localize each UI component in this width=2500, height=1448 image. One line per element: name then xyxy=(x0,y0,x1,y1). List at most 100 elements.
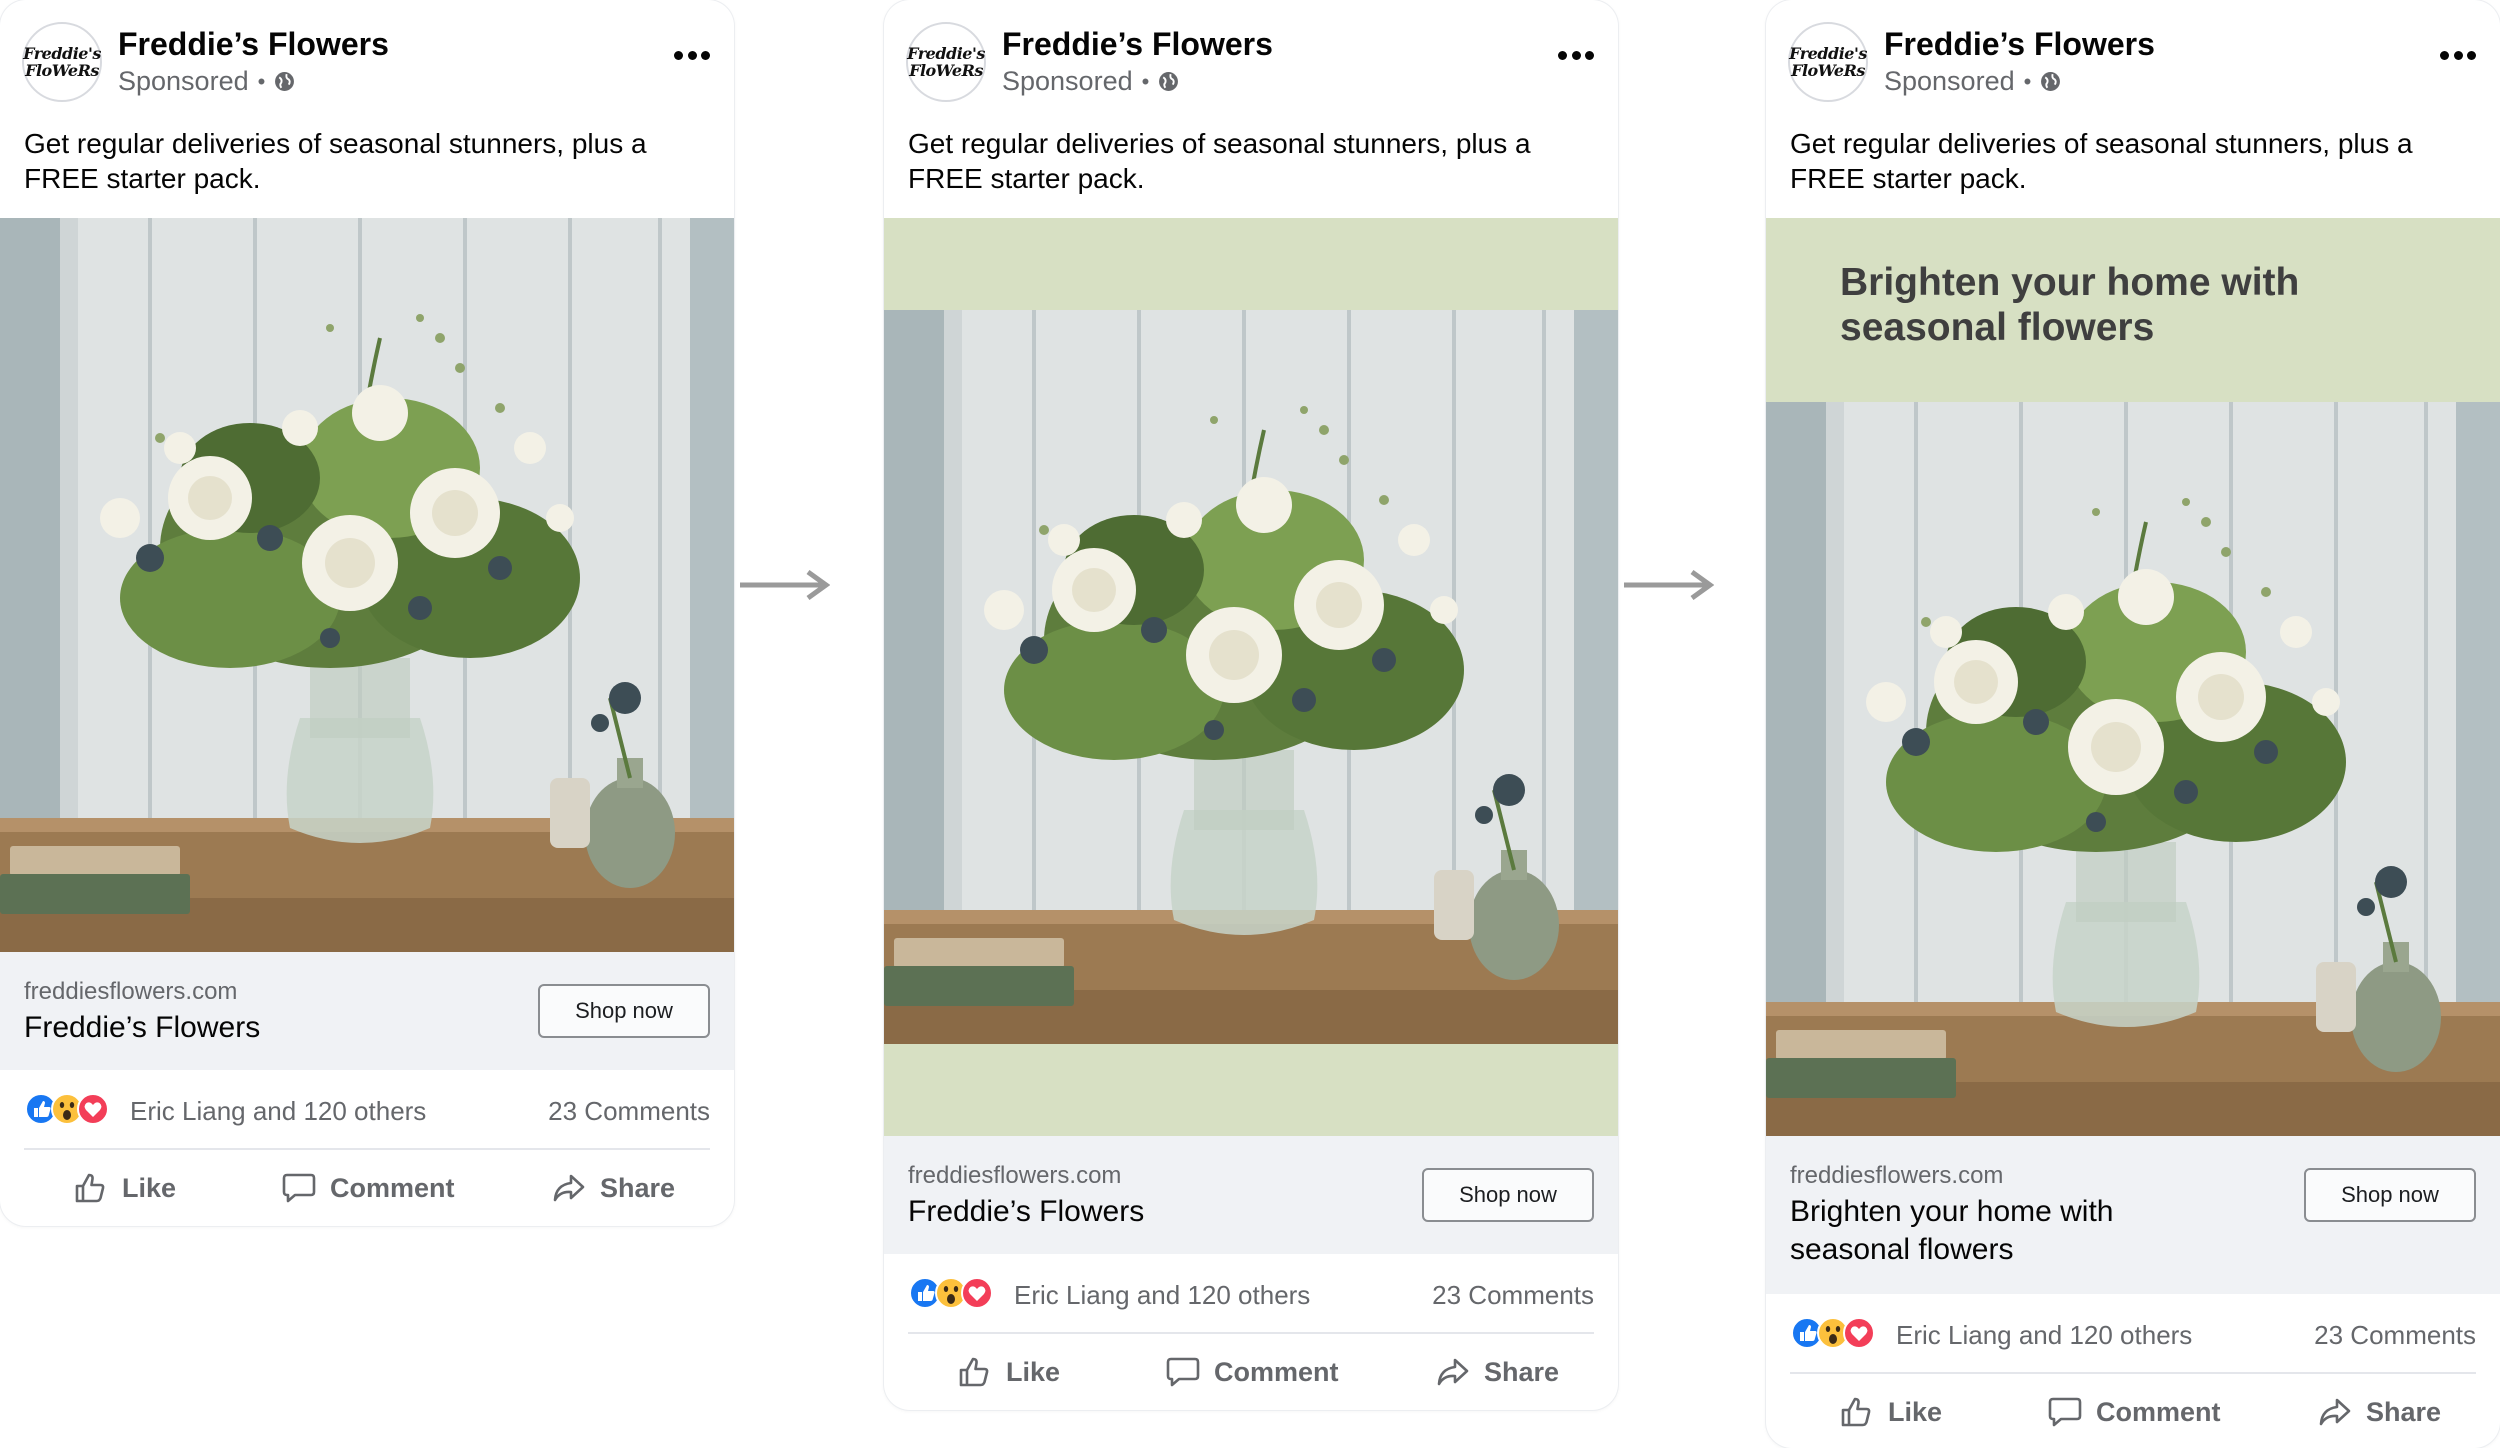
reaction-icons[interactable] xyxy=(1790,1316,1890,1350)
love-reaction-icon xyxy=(77,1093,109,1125)
action-bar: Like Comment Share xyxy=(0,1150,734,1226)
share-icon xyxy=(1437,1358,1469,1386)
share-icon xyxy=(2319,1398,2351,1426)
reactors-link[interactable]: Eric Liang and 120 others xyxy=(130,1096,426,1127)
post-caption: Get regular deliveries of seasonal stunn… xyxy=(1766,108,2500,198)
link-preview[interactable]: freddiesflowers.com Freddie’s Flowers Sh… xyxy=(884,1136,1618,1254)
caption-line: FREE starter pack. xyxy=(1790,163,2027,194)
comment-label: Comment xyxy=(330,1172,455,1203)
logo-text: FloWeRs xyxy=(1791,61,1865,80)
link-title-line: seasonal flowers xyxy=(1790,1233,2014,1266)
share-label: Share xyxy=(1484,1356,1560,1387)
thumbs-up-icon xyxy=(959,1357,989,1387)
separator-dot: • xyxy=(1141,68,1150,94)
like-label: Like xyxy=(1006,1356,1061,1387)
link-title: Brighten your home with seasonal flowers xyxy=(1790,1193,2114,1269)
comments-count-link[interactable]: 23 Comments xyxy=(2314,1320,2476,1351)
like-button[interactable]: Like xyxy=(958,1356,1060,1388)
engagement-stats: Eric Liang and 120 others 23 Comments xyxy=(1790,1294,2476,1374)
love-reaction-icon xyxy=(961,1277,993,1309)
share-button[interactable]: Share xyxy=(552,1172,675,1204)
love-reaction-icon xyxy=(1843,1317,1875,1349)
link-domain: freddiesflowers.com xyxy=(1790,1162,2004,1189)
caption-line: Get regular deliveries of seasonal stunn… xyxy=(24,128,647,159)
flower-photo xyxy=(884,310,1618,1044)
sponsored-label: Sponsored • xyxy=(118,66,295,97)
share-label: Share xyxy=(600,1172,676,1203)
ad-card-original: Freddie's FloWeRs Freddie’s Flowers Spon… xyxy=(0,0,734,1226)
ad-card-headline: Freddie's FloWeRs Freddie’s Flowers Spon… xyxy=(1766,0,2500,1448)
action-bar: Like Comment Share xyxy=(884,1334,1618,1410)
ad-image[interactable]: Brighten your home with seasonal flowers xyxy=(1766,218,2500,1136)
shop-now-button[interactable]: Shop now xyxy=(2304,1168,2476,1222)
reaction-icons[interactable] xyxy=(908,1276,1008,1310)
ad-image[interactable] xyxy=(0,218,734,952)
reactors-link[interactable]: Eric Liang and 120 others xyxy=(1896,1320,2192,1351)
arrow-right-icon xyxy=(740,570,830,600)
caption-line: FREE starter pack. xyxy=(24,163,261,194)
sponsored-label: Sponsored • xyxy=(1884,66,2061,97)
comment-button[interactable]: Comment xyxy=(1166,1356,1339,1388)
post-header: Freddie's FloWeRs Freddie’s Flowers Spon… xyxy=(1766,0,2500,108)
page-name-link[interactable]: Freddie’s Flowers xyxy=(1002,26,1273,63)
link-preview[interactable]: freddiesflowers.com Brighten your home w… xyxy=(1766,1136,2500,1294)
link-preview[interactable]: freddiesflowers.com Freddie’s Flowers Sh… xyxy=(0,952,734,1070)
comment-button[interactable]: Comment xyxy=(282,1172,455,1204)
shop-now-button[interactable]: Shop now xyxy=(538,984,710,1038)
caption-line: FREE starter pack. xyxy=(908,163,1145,194)
link-title-line: Freddie’s Flowers xyxy=(24,1011,261,1044)
sponsored-label: Sponsored • xyxy=(1002,66,1179,97)
flower-photo xyxy=(1766,402,2500,1136)
action-bar: Like Comment Share xyxy=(1766,1374,2500,1448)
logo-text: Freddie's xyxy=(23,44,101,63)
logo-text: Freddie's xyxy=(1789,44,1867,63)
more-icon[interactable] xyxy=(674,48,710,62)
separator-dot: • xyxy=(257,68,266,94)
image-headline-line: seasonal flowers xyxy=(1840,306,2155,349)
image-headline: Brighten your home with seasonal flowers xyxy=(1840,260,2460,350)
like-label: Like xyxy=(1888,1396,1943,1427)
arrow-right-icon xyxy=(1624,570,1714,600)
link-title-line: Freddie’s Flowers xyxy=(908,1195,1145,1228)
link-title: Freddie’s Flowers xyxy=(908,1193,1144,1231)
shop-now-button[interactable]: Shop now xyxy=(1422,1168,1594,1222)
image-headline-line: Brighten your home with xyxy=(1840,261,2300,304)
comment-icon xyxy=(2048,1397,2082,1427)
reactors-link[interactable]: Eric Liang and 120 others xyxy=(1014,1280,1310,1311)
engagement-stats: Eric Liang and 120 others 23 Comments xyxy=(908,1254,1594,1334)
engagement-stats: Eric Liang and 120 others 23 Comments xyxy=(24,1070,710,1150)
caption-line: Get regular deliveries of seasonal stunn… xyxy=(908,128,1531,159)
share-label: Share xyxy=(2366,1396,2442,1427)
page-avatar[interactable]: Freddie's FloWeRs xyxy=(1788,22,1868,102)
ad-image[interactable] xyxy=(884,218,1618,1136)
more-icon[interactable] xyxy=(2440,48,2476,62)
like-button[interactable]: Like xyxy=(1840,1396,1942,1428)
comments-count-link[interactable]: 23 Comments xyxy=(1432,1280,1594,1311)
link-domain: freddiesflowers.com xyxy=(24,978,238,1005)
page-avatar[interactable]: Freddie's FloWeRs xyxy=(22,22,102,102)
post-caption: Get regular deliveries of seasonal stunn… xyxy=(0,108,734,198)
comment-icon xyxy=(282,1173,316,1203)
page-avatar[interactable]: Freddie's FloWeRs xyxy=(906,22,986,102)
link-domain: freddiesflowers.com xyxy=(908,1162,1122,1189)
share-icon xyxy=(553,1174,585,1202)
caption-line: Get regular deliveries of seasonal stunn… xyxy=(1790,128,2413,159)
share-button[interactable]: Share xyxy=(2318,1396,2441,1428)
comment-button[interactable]: Comment xyxy=(2048,1396,2221,1428)
reaction-icons[interactable] xyxy=(24,1092,124,1126)
comment-label: Comment xyxy=(1214,1356,1339,1387)
globe-icon xyxy=(2041,72,2061,91)
logo-text: FloWeRs xyxy=(909,61,983,80)
page-name-link[interactable]: Freddie’s Flowers xyxy=(118,26,389,63)
post-header: Freddie's FloWeRs Freddie’s Flowers Spon… xyxy=(884,0,1618,108)
globe-icon xyxy=(1159,72,1179,91)
comments-count-link[interactable]: 23 Comments xyxy=(548,1096,710,1127)
separator-dot: • xyxy=(2023,68,2032,94)
like-button[interactable]: Like xyxy=(74,1172,176,1204)
more-icon[interactable] xyxy=(1558,48,1594,62)
sponsored-text: Sponsored xyxy=(1884,66,2015,96)
page-name-link[interactable]: Freddie’s Flowers xyxy=(1884,26,2155,63)
share-button[interactable]: Share xyxy=(1436,1356,1559,1388)
like-label: Like xyxy=(122,1172,177,1203)
logo-text: Freddie's xyxy=(907,44,985,63)
